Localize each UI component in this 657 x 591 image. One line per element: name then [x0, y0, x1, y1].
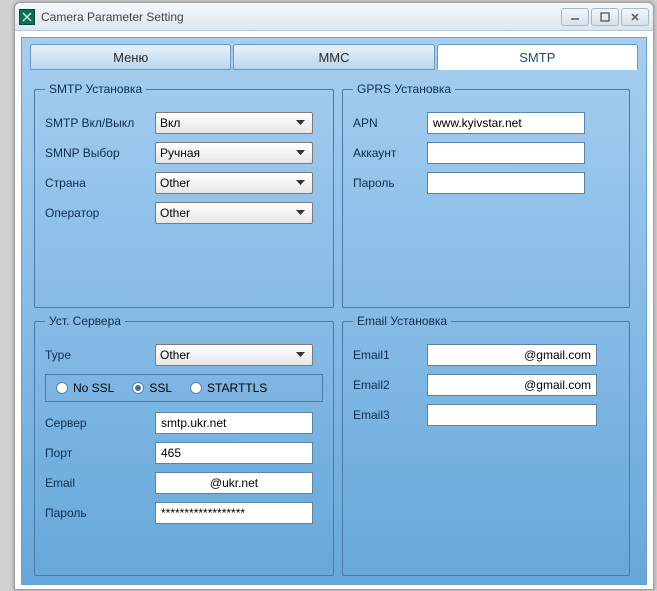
groups-container: SMTP Установка SMTP Вкл/Выкл Вкл SMNP Вы…	[30, 78, 638, 576]
smnp-combo[interactable]: Ручная	[155, 142, 313, 164]
tab-strip: Меню MMC SMTP	[22, 38, 646, 70]
server-password-input[interactable]	[155, 502, 313, 524]
account-label: Аккаунт	[353, 146, 417, 160]
email3-label: Email3	[353, 408, 417, 422]
email2-input[interactable]	[427, 374, 597, 396]
apn-input[interactable]	[427, 112, 585, 134]
group-server-setup: Уст. Сервера Type Other No SSL SS	[34, 314, 334, 576]
smnp-label: SMNP Выбор	[45, 146, 145, 160]
email1-input[interactable]	[427, 344, 597, 366]
email-input[interactable]	[155, 472, 313, 494]
tab-smtp[interactable]: SMTP	[437, 44, 638, 70]
server-password-label: Пароль	[45, 506, 145, 520]
app-window: Camera Parameter Setting Меню MMC SMTP S…	[14, 2, 654, 590]
chevron-down-icon	[292, 175, 308, 191]
email-label: Email	[45, 476, 145, 490]
account-input[interactable]	[427, 142, 585, 164]
client-area: Меню MMC SMTP SMTP Установка SMTP Вкл/Вы…	[21, 37, 647, 585]
radio-starttls[interactable]: STARTTLS	[190, 381, 267, 395]
email1-label: Email1	[353, 348, 417, 362]
group-smtp-legend: SMTP Установка	[45, 82, 146, 96]
email2-label: Email2	[353, 378, 417, 392]
type-combo[interactable]: Other	[155, 344, 313, 366]
group-server-legend: Уст. Сервера	[45, 314, 125, 328]
app-icon	[19, 9, 35, 25]
tab-menu[interactable]: Меню	[30, 44, 231, 70]
radio-dot	[56, 382, 68, 394]
smtp-onoff-label: SMTP Вкл/Выкл	[45, 116, 145, 130]
window-buttons	[559, 8, 649, 26]
chevron-down-icon	[292, 347, 308, 363]
server-label: Сервер	[45, 416, 145, 430]
chevron-down-icon	[292, 115, 308, 131]
close-button[interactable]	[621, 8, 649, 26]
apn-label: APN	[353, 116, 417, 130]
server-input[interactable]	[155, 412, 313, 434]
country-label: Страна	[45, 176, 145, 190]
maximize-button[interactable]	[591, 8, 619, 26]
radio-no-ssl[interactable]: No SSL	[56, 381, 114, 395]
group-gprs-legend: GPRS Установка	[353, 82, 455, 96]
group-smtp-setup: SMTP Установка SMTP Вкл/Выкл Вкл SMNP Вы…	[34, 82, 334, 308]
radio-dot	[132, 382, 144, 394]
minimize-button[interactable]	[561, 8, 589, 26]
gprs-password-label: Пароль	[353, 176, 417, 190]
gprs-password-input[interactable]	[427, 172, 585, 194]
ssl-option-box: No SSL SSL STARTTLS	[45, 374, 323, 402]
type-value: Other	[160, 348, 292, 362]
email3-input[interactable]	[427, 404, 597, 426]
group-email-legend: Email Установка	[353, 314, 451, 328]
smtp-onoff-combo[interactable]: Вкл	[155, 112, 313, 134]
tab-mmc[interactable]: MMC	[233, 44, 434, 70]
chevron-down-icon	[292, 145, 308, 161]
country-combo[interactable]: Other	[155, 172, 313, 194]
operator-label: Оператор	[45, 206, 145, 220]
port-label: Порт	[45, 446, 145, 460]
operator-value: Other	[160, 206, 292, 220]
chevron-down-icon	[292, 205, 308, 221]
country-value: Other	[160, 176, 292, 190]
port-input[interactable]	[155, 442, 313, 464]
smtp-onoff-value: Вкл	[160, 116, 292, 130]
group-email-setup: Email Установка Email1 Email2 Email3	[342, 314, 630, 576]
smnp-value: Ручная	[160, 146, 292, 160]
titlebar: Camera Parameter Setting	[15, 3, 653, 31]
radio-starttls-label: STARTTLS	[207, 381, 267, 395]
window-title: Camera Parameter Setting	[41, 10, 559, 24]
radio-no-ssl-label: No SSL	[73, 381, 114, 395]
radio-ssl-label: SSL	[149, 381, 172, 395]
radio-dot	[190, 382, 202, 394]
operator-combo[interactable]: Other	[155, 202, 313, 224]
type-label: Type	[45, 348, 145, 362]
radio-ssl[interactable]: SSL	[132, 381, 172, 395]
group-gprs-setup: GPRS Установка APN Аккаунт Пароль	[342, 82, 630, 308]
